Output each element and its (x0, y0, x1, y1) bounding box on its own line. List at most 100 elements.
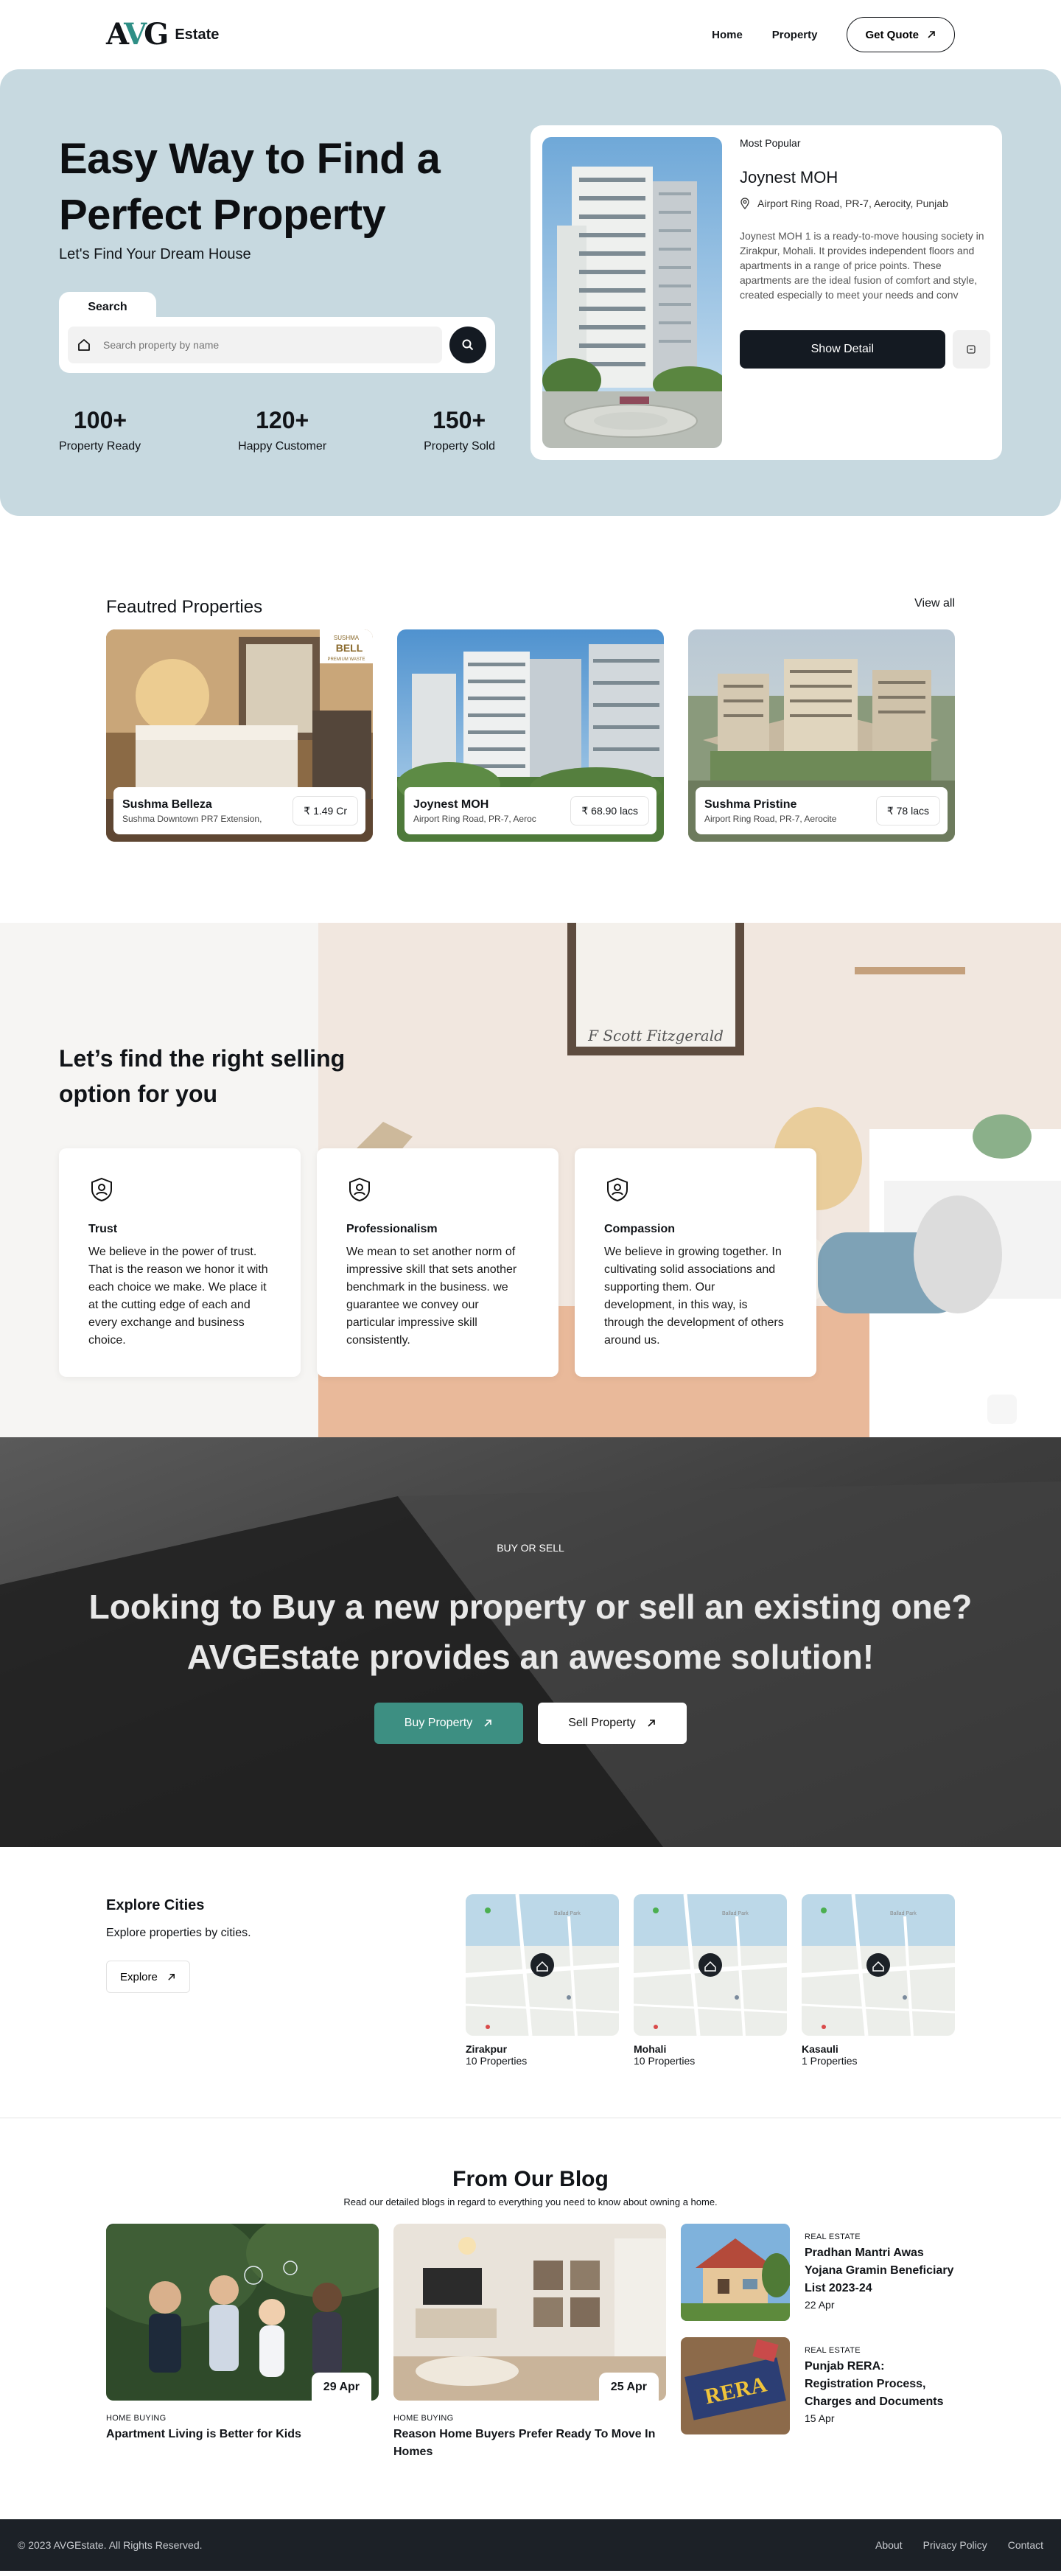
featured-properties-section: Feautred Properties View all SUSHMA BELL… (106, 516, 955, 842)
blog-post-title[interactable]: Reason Home Buyers Prefer Ready To Move … (393, 2426, 666, 2461)
frame-text: F Scott Fitzgerald (587, 1027, 724, 1044)
page: AVG Estate Home Property Get Quote Easy … (0, 0, 1061, 2571)
featured-title: Feautred Properties (106, 597, 263, 617)
blog-post-title: Punjab RERA: Registration Process, Charg… (805, 2360, 944, 2408)
blog-image[interactable]: 29 Apr (106, 2224, 379, 2401)
property-text: Joynest MOH Airport Ring Road, PR-7, Aer… (413, 798, 561, 824)
search-input[interactable] (103, 339, 433, 351)
stat-property-ready: 100+ Property Ready (59, 407, 141, 453)
get-quote-button[interactable]: Get Quote (847, 17, 955, 52)
city-map[interactable]: Ballad Park (634, 1894, 787, 2036)
property-address: Airport Ring Road, PR-7, Aerocite (704, 813, 837, 824)
blog-small-list: REAL ESTATE Pradhan Mantri Awas Yojana G… (681, 2224, 955, 2461)
property-actions: Show Detail (740, 330, 990, 369)
hero-section: Easy Way to Find a Perfect Property Let'… (0, 69, 1061, 516)
property-name: Sushma Pristine (704, 797, 797, 811)
value-text: We believe in the power of trust. That i… (88, 1246, 268, 1347)
blog-post-small[interactable]: RERA REAL ESTATE Punjab RERA: Registrati… (681, 2337, 955, 2434)
blog-subtitle: Read our detailed blogs in regard to eve… (343, 2196, 718, 2207)
city-card-mohali[interactable]: Ballad Park Mohali 10 Properties (634, 1894, 787, 2067)
blog-date: 29 Apr (311, 2373, 371, 2401)
city-name: Kasauli (802, 2043, 838, 2055)
save-property-button[interactable] (952, 330, 990, 369)
property-card[interactable]: SUSHMA BELL PREMIUM WASTE Sushma Belleza… (106, 629, 373, 842)
blog-image (681, 2224, 790, 2321)
blog-image: RERA (681, 2337, 790, 2434)
property-name: Joynest MOH (740, 168, 838, 186)
blog-section: From Our Blog Read our detailed blogs in… (0, 2118, 1061, 2519)
property-description: Joynest MOH 1 is a ready-to-move housing… (740, 230, 984, 301)
sell-property-button[interactable]: Sell Property (538, 1703, 687, 1744)
city-count: 10 Properties (634, 2055, 696, 2067)
buy-property-label: Buy Property (404, 1717, 473, 1729)
city-name: Mohali (634, 2043, 667, 2055)
property-address: Sushma Downtown PR7 Extension, (122, 813, 262, 824)
arrow-up-right-icon (928, 31, 935, 38)
buy-property-button[interactable]: Buy Property (374, 1703, 523, 1744)
property-text: Sushma Pristine Airport Ring Road, PR-7,… (704, 798, 852, 824)
property-details: Most Popular Joynest MOH Airport Ring Ro… (740, 137, 990, 369)
selling-options-section: F Scott Fitzgerald Let’s find the right … (0, 923, 1061, 1437)
property-info: Joynest MOH Airport Ring Road, PR-7, Aer… (405, 787, 656, 834)
property-card[interactable]: Sushma Pristine Airport Ring Road, PR-7,… (688, 629, 955, 842)
buy-sell-buttons: Buy Property Sell Property (0, 1703, 1061, 1744)
footer-link-contact[interactable]: Contact (1008, 2539, 1043, 2551)
arrow-up-right-icon (648, 1720, 655, 1727)
value-title: Professionalism (346, 1223, 438, 1235)
value-text: We mean to set another norm of impressiv… (346, 1246, 517, 1347)
property-price: ₹ 1.49 Cr (293, 796, 358, 825)
stat-value: 150+ (433, 407, 486, 433)
logo[interactable]: AVG Estate (106, 20, 219, 49)
search-icon (462, 339, 474, 351)
hero-subtitle: Let's Find Your Dream House (59, 246, 251, 262)
badge-text: PREMIUM WASTE (327, 657, 365, 662)
blog-category: HOME BUYING (106, 2414, 167, 2423)
city-card-zirakpur[interactable]: Ballad Park Zirakpur 10 Properties (466, 1894, 619, 2067)
property-text: Sushma Belleza Sushma Downtown PR7 Exten… (122, 798, 270, 824)
stat-happy-customer: 120+ Happy Customer (238, 407, 326, 453)
blog-image[interactable]: 25 Apr (393, 2224, 666, 2401)
city-map[interactable]: Ballad Park (802, 1894, 955, 2036)
arrow-up-right-icon (168, 1973, 175, 1980)
show-detail-button[interactable]: Show Detail (740, 330, 945, 369)
city-card-kasauli[interactable]: Ballad Park Kasauli 1 Properties (802, 1894, 955, 2067)
logo-mark: AVG (106, 17, 169, 52)
stat-value: 120+ (256, 407, 309, 433)
search-button[interactable] (449, 327, 486, 363)
city-count: 1 Properties (802, 2055, 858, 2067)
view-all-link[interactable]: View all (914, 597, 955, 610)
shield-user-icon (349, 1177, 370, 1202)
footer-link-about[interactable]: About (875, 2539, 903, 2551)
city-map[interactable]: Ballad Park (466, 1894, 619, 2036)
logo-text: Estate (175, 26, 220, 43)
blog-date: 22 Apr (805, 2299, 835, 2311)
nav-property[interactable]: Property (772, 29, 818, 41)
footer: © 2023 AVGEstate. All Rights Reserved. A… (0, 2519, 1061, 2571)
blog-small-body: REAL ESTATE Pradhan Mantri Awas Yojana G… (805, 2224, 955, 2321)
get-quote-label: Get Quote (865, 28, 919, 41)
value-text: We believe in growing together. In culti… (604, 1246, 784, 1347)
buy-sell-eyebrow: BUY OR SELL (497, 1542, 564, 1554)
buy-sell-title-line2: AVGEstate provides an awesome solution! (186, 1638, 875, 1676)
logo-letter-g: G (144, 17, 169, 52)
badge-text: SUSHMA (334, 635, 360, 641)
stat-label: Happy Customer (238, 440, 327, 453)
value-title: Compassion (604, 1223, 676, 1235)
nav-home[interactable]: Home (712, 29, 743, 41)
stat-value: 100+ (74, 407, 127, 433)
featured-grid: SUSHMA BELL PREMIUM WASTE Sushma Belleza… (106, 629, 955, 842)
city-count: 10 Properties (466, 2055, 528, 2067)
property-image (542, 137, 722, 448)
explore-button[interactable]: Explore (106, 1961, 190, 1993)
property-card[interactable]: Joynest MOH Airport Ring Road, PR-7, Aer… (397, 629, 664, 842)
blog-category: REAL ESTATE (805, 2346, 861, 2355)
selling-title: Let’s find the right selling option for … (59, 1045, 346, 1107)
property-info: Sushma Pristine Airport Ring Road, PR-7,… (696, 787, 948, 834)
map-label: Ballad Park (890, 1911, 917, 1916)
blog-small-body: REAL ESTATE Punjab RERA: Registration Pr… (805, 2337, 955, 2434)
value-card-professionalism: Professionalism We mean to set another n… (317, 1148, 558, 1377)
blog-post-small[interactable]: REAL ESTATE Pradhan Mantri Awas Yojana G… (681, 2224, 955, 2321)
blog-post-title[interactable]: Apartment Living is Better for Kids (106, 2426, 379, 2443)
blog-grid: 29 Apr HOME BUYING Apartment Living is B… (106, 2224, 955, 2461)
footer-link-privacy[interactable]: Privacy Policy (923, 2539, 987, 2551)
